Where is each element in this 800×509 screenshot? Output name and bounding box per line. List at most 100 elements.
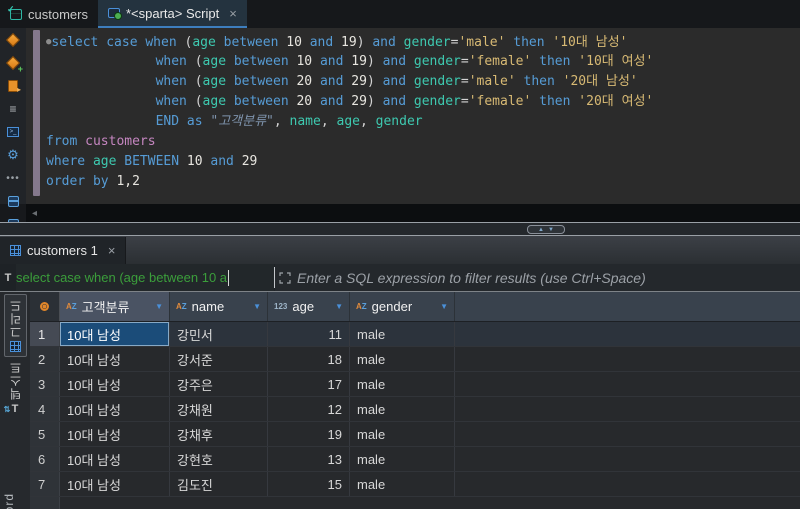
cell-고객분류[interactable]: 10대 남성 <box>60 372 170 396</box>
cell-age[interactable]: 11 <box>268 322 350 346</box>
overflow-dots-icon[interactable]: ••• <box>6 171 20 185</box>
presentation-switch-strip: 그리드 텍스트 T ord <box>0 292 30 509</box>
cell-고객분류[interactable]: 10대 남성 <box>60 447 170 471</box>
table-row[interactable]: 1 10대 남성 강민서 11 male <box>30 322 800 347</box>
editor-hscrollbar[interactable]: ◂ <box>26 204 800 222</box>
grid-icon <box>10 245 21 256</box>
results-tab-customers-1[interactable]: customers 1 × <box>0 237 127 264</box>
row-number-cell[interactable]: 4 <box>30 397 60 421</box>
cell-고객분류[interactable]: 10대 남성 <box>60 397 170 421</box>
column-filter-arrow-icon[interactable]: ▼ <box>335 302 343 311</box>
table-row[interactable]: 6 10대 남성 강현호 13 male <box>30 447 800 472</box>
column-filter-arrow-icon[interactable]: ▼ <box>440 302 448 311</box>
sql-editor[interactable]: + ≡ >_ ⚙ ••• ●select case when (age betw… <box>0 28 800 232</box>
cell-name[interactable]: 강주은 <box>170 372 268 396</box>
cell-age[interactable]: 12 <box>268 397 350 421</box>
row-number-cell[interactable]: 6 <box>30 447 60 471</box>
row-filler <box>455 322 800 346</box>
splitter-collapse-control[interactable]: ▲ ▼ <box>527 225 565 234</box>
column-header-고객분류[interactable]: AZ 고객분류 ▼ <box>60 292 170 321</box>
table-row[interactable]: 3 10대 남성 강주은 17 male <box>30 372 800 397</box>
scroll-left-arrow-icon[interactable]: ◂ <box>32 208 37 219</box>
execute-script-icon[interactable] <box>6 79 21 94</box>
column-label: name <box>191 299 225 314</box>
cell-age[interactable]: 15 <box>268 472 350 496</box>
grid-partial-row <box>30 497 800 509</box>
cell-age[interactable]: 17 <box>268 372 350 396</box>
editor-results-splitter[interactable]: ▲ ▼ <box>0 222 800 236</box>
close-icon[interactable]: × <box>229 6 237 21</box>
filter-type-icon[interactable]: T <box>0 264 16 291</box>
cell-gender[interactable]: male <box>350 472 455 496</box>
editor-side-toolbar: + ≡ >_ ⚙ ••• <box>0 28 26 232</box>
sql-code[interactable]: ●select case when (age between 10 and 19… <box>46 32 653 192</box>
cell-gender[interactable]: male <box>350 372 455 396</box>
cell-gender[interactable]: male <box>350 322 455 346</box>
expand-filter-icon[interactable] <box>279 271 291 284</box>
cell-name[interactable]: 김도진 <box>170 472 268 496</box>
column-header-gender[interactable]: AZ gender ▼ <box>350 292 455 321</box>
cell-age[interactable]: 13 <box>268 447 350 471</box>
cell-gender[interactable]: male <box>350 347 455 371</box>
row-number-cell[interactable]: 1 <box>30 322 60 346</box>
column-header-age[interactable]: 123 age ▼ <box>268 292 350 321</box>
cell-고객분류[interactable]: 10대 남성 <box>60 322 170 346</box>
column-filter-arrow-icon[interactable]: ▼ <box>253 302 261 311</box>
cell-age[interactable]: 18 <box>268 347 350 371</box>
results-tab-label: customers 1 <box>27 243 98 258</box>
collapse-down-icon[interactable]: ▼ <box>548 227 554 233</box>
tab-sparta-script[interactable]: *<sparta> Script × <box>97 0 247 28</box>
column-filter-arrow-icon[interactable]: ▼ <box>155 302 163 311</box>
cell-name[interactable]: 강채후 <box>170 422 268 446</box>
settings-gear-icon[interactable]: ⚙ <box>6 147 20 162</box>
column-label: gender <box>371 299 413 314</box>
cell-name[interactable]: 강서준 <box>170 347 268 371</box>
sql-line-2: when (age between 10 and 19) and gender=… <box>155 54 654 69</box>
cell-age[interactable]: 19 <box>268 422 350 446</box>
filter-source-preview[interactable]: select case when (age between 10 a <box>16 264 274 291</box>
row-number-cell[interactable]: 3 <box>30 372 60 396</box>
log-icon[interactable] <box>6 194 20 208</box>
tab-customers-label: customers <box>28 6 88 22</box>
cell-gender[interactable]: male <box>350 397 455 421</box>
table-check-icon <box>7 4 22 20</box>
results-filter-bar: T select case when (age between 10 a Ent… <box>0 264 800 292</box>
cell-gender[interactable]: male <box>350 422 455 446</box>
column-header-name[interactable]: AZ name ▼ <box>170 292 268 321</box>
row-number-cell[interactable]: 7 <box>30 472 60 496</box>
execute-statement-icon[interactable] <box>5 32 21 48</box>
cell-고객분류[interactable]: 10대 남성 <box>60 422 170 446</box>
filter-preview-text: select case when (age between 10 a <box>16 270 228 285</box>
tab-customers[interactable]: customers <box>0 0 98 28</box>
collapse-up-icon[interactable]: ▲ <box>538 227 544 233</box>
cell-gender[interactable]: male <box>350 447 455 471</box>
explain-plan-icon[interactable]: ≡ <box>6 102 20 116</box>
execute-new-tab-icon[interactable]: + <box>5 55 23 74</box>
sql-line-3: when (age between 20 and 29) and gender=… <box>155 74 638 89</box>
terminal-icon[interactable]: >_ <box>6 125 20 139</box>
row-number-cell[interactable]: 2 <box>30 347 60 371</box>
table-row[interactable]: 7 10대 남성 김도진 15 male <box>30 472 800 497</box>
az-type-icon: AZ <box>356 302 367 311</box>
result-grid[interactable]: AZ 고객분류 ▼ AZ name ▼ 123 age ▼ AZ gender ▼ 1 10대 남성 강민… <box>30 292 800 509</box>
presentation-tab-text[interactable]: 텍스트 T <box>4 357 26 419</box>
cell-name[interactable]: 강민서 <box>170 322 268 346</box>
cell-고객분류[interactable]: 10대 남성 <box>60 347 170 371</box>
cell-name[interactable]: 강채원 <box>170 397 268 421</box>
table-row[interactable]: 5 10대 남성 강채후 19 male <box>30 422 800 447</box>
row-filler <box>455 422 800 446</box>
cell-name[interactable]: 강현호 <box>170 447 268 471</box>
table-row[interactable]: 2 10대 남성 강서준 18 male <box>30 347 800 372</box>
grid-presentation-icon <box>9 341 21 352</box>
table-row[interactable]: 4 10대 남성 강채원 12 male <box>30 397 800 422</box>
grid-body: 1 10대 남성 강민서 11 male 2 10대 남성 강서준 18 male 3 10대 남성 강… <box>30 322 800 497</box>
select-all-corner[interactable] <box>30 292 60 321</box>
presentation-tab-grid[interactable]: 그리드 <box>3 294 27 357</box>
cell-고객분류[interactable]: 10대 남성 <box>60 472 170 496</box>
row-filler <box>455 447 800 471</box>
row-number-cell[interactable]: 5 <box>30 422 60 446</box>
numeric-type-icon: 123 <box>274 302 288 311</box>
close-icon[interactable]: × <box>108 243 116 258</box>
header-filler <box>455 292 800 321</box>
filter-expression-input[interactable]: Enter a SQL expression to filter results… <box>275 264 800 291</box>
